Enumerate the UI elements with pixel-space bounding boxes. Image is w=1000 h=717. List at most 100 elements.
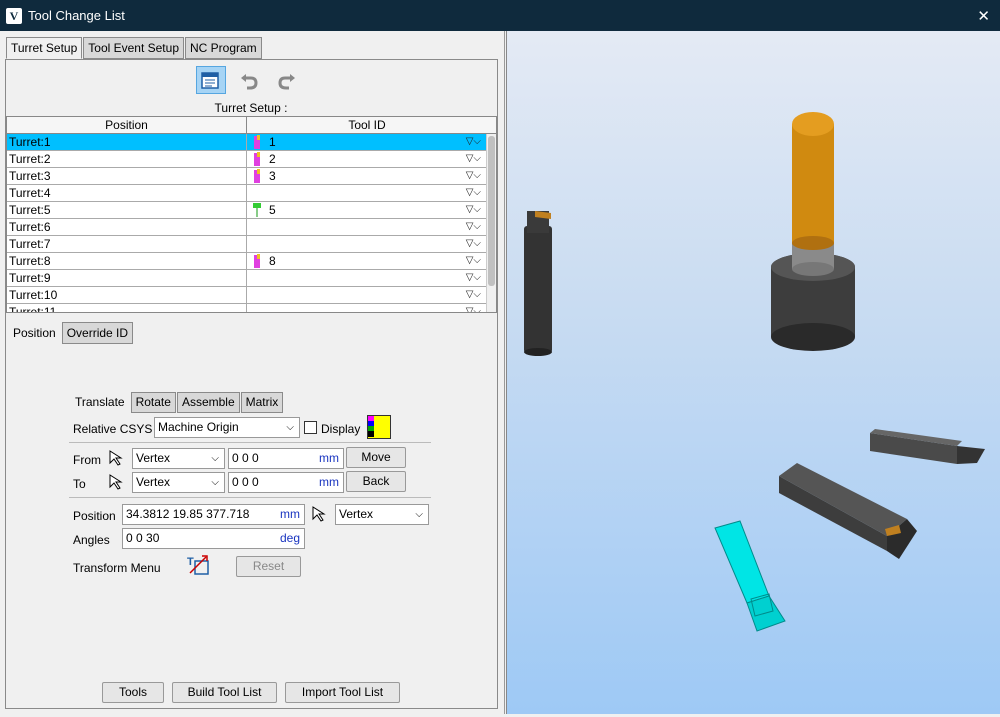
- position-snap-select[interactable]: Vertex ⌵: [335, 504, 429, 525]
- turning-tool-icon: [254, 254, 260, 268]
- transform-tabs: Translate Rotate Assemble Matrix: [70, 392, 284, 413]
- table-row[interactable]: Turret:11▽⌵: [7, 134, 496, 151]
- from-snap-select[interactable]: Vertex ⌵: [132, 448, 225, 469]
- unit-mm: mm: [319, 451, 339, 465]
- tool-id-cell[interactable]: ▽⌵: [247, 219, 487, 235]
- table-row[interactable]: Turret:3 3 ▽⌵: [7, 168, 496, 185]
- turret-position-cell: Turret:4: [7, 185, 247, 201]
- table-row[interactable]: Turret:2 2 ▽⌵: [7, 151, 496, 168]
- build-tool-list-button[interactable]: Build Tool List: [172, 682, 277, 703]
- position-field[interactable]: 34.3812 19.85 377.718 mm: [122, 504, 305, 525]
- table-scrollbar[interactable]: [486, 134, 496, 312]
- tool-id-cell[interactable]: ▽⌵: [247, 287, 487, 303]
- filter-dropdown-icon[interactable]: ▽⌵: [466, 202, 481, 218]
- tool-id-value: 1: [269, 135, 276, 149]
- tool-id-cell[interactable]: 3 ▽⌵: [247, 168, 487, 184]
- tab-override-id[interactable]: Override ID: [61, 322, 134, 344]
- pick-arrow-icon[interactable]: [108, 449, 126, 467]
- left-panel: Turret Setup Tool Event Setup NC Program: [0, 31, 505, 714]
- pick-arrow-icon[interactable]: [311, 505, 329, 523]
- move-button[interactable]: Move: [346, 447, 406, 468]
- filter-dropdown-icon[interactable]: ▽⌵: [466, 253, 481, 269]
- tool-id-cell[interactable]: 5 ▽⌵: [247, 202, 487, 218]
- filter-dropdown-icon[interactable]: ▽⌵: [466, 304, 481, 312]
- tool-id-cell[interactable]: ▽⌵: [247, 304, 487, 312]
- reset-button[interactable]: Reset: [236, 556, 301, 577]
- filter-dropdown-icon[interactable]: ▽⌵: [466, 287, 481, 303]
- scrollbar-thumb[interactable]: [488, 136, 495, 286]
- tab-assemble[interactable]: Assemble: [176, 392, 240, 413]
- undo-icon: [241, 74, 258, 90]
- table-row[interactable]: Turret:5 5 ▽⌵: [7, 202, 496, 219]
- undo-button[interactable]: [234, 66, 264, 94]
- table-row[interactable]: Turret:9 ▽⌵: [7, 270, 496, 287]
- tool-id-cell[interactable]: 8 ▽⌵: [247, 253, 487, 269]
- filter-dropdown-icon[interactable]: ▽⌵: [466, 219, 481, 235]
- transform-menu-icon[interactable]: T: [186, 553, 212, 577]
- relative-csys-label: Relative CSYS: [73, 422, 153, 436]
- boring-bar-model[interactable]: [524, 211, 552, 356]
- pick-arrow-icon[interactable]: [108, 473, 126, 491]
- table-row[interactable]: Turret:7 ▽⌵: [7, 236, 496, 253]
- to-snap-select[interactable]: Vertex ⌵: [132, 472, 225, 493]
- tool-id-cell[interactable]: 2 ▽⌵: [247, 151, 487, 167]
- turning-tool-model[interactable]: [870, 429, 985, 464]
- table-row[interactable]: Turret:11 ▽⌵: [7, 304, 496, 312]
- redo-icon: [278, 74, 295, 90]
- angles-field[interactable]: 0 0 30 deg: [122, 528, 305, 549]
- milling-tool-model[interactable]: [771, 112, 855, 351]
- main-tabs: Turret Setup Tool Event Setup NC Program: [6, 37, 263, 59]
- filter-dropdown-icon[interactable]: ▽⌵: [466, 185, 481, 201]
- to-value: 0 0 0: [232, 475, 259, 489]
- close-icon[interactable]: ✕: [977, 7, 990, 25]
- tab-rotate[interactable]: Rotate: [130, 392, 176, 413]
- tab-position[interactable]: Position: [8, 322, 61, 344]
- table-row[interactable]: Turret:6 ▽⌵: [7, 219, 496, 236]
- table-row[interactable]: Turret:8 8 ▽⌵: [7, 253, 496, 270]
- filter-dropdown-icon[interactable]: ▽⌵: [466, 134, 481, 150]
- display-checkbox[interactable]: [304, 421, 317, 434]
- 3d-viewport[interactable]: [506, 31, 1000, 714]
- tab-turret-setup[interactable]: Turret Setup: [6, 37, 83, 59]
- tools-button[interactable]: Tools: [102, 682, 164, 703]
- back-button[interactable]: Back: [346, 471, 406, 492]
- table-row[interactable]: Turret:4 ▽⌵: [7, 185, 496, 202]
- edit-list-button[interactable]: [196, 66, 226, 94]
- tab-matrix[interactable]: Matrix: [240, 392, 284, 413]
- to-coordinate-field[interactable]: 0 0 0 mm: [228, 472, 344, 493]
- tool-id-cell[interactable]: ▽⌵: [247, 270, 487, 286]
- turret-position-cell: Turret:5: [7, 202, 247, 218]
- filter-dropdown-icon[interactable]: ▽⌵: [466, 168, 481, 184]
- tab-translate[interactable]: Translate: [70, 392, 130, 413]
- relative-csys-select[interactable]: Machine Origin ⌵: [154, 417, 300, 438]
- chevron-down-icon: ⌵: [286, 422, 294, 433]
- window-title: Tool Change List: [28, 8, 125, 23]
- unit-mm: mm: [319, 475, 339, 489]
- turret-position-cell: Turret:11: [7, 304, 247, 312]
- turret-table: Position Tool ID Turret:1 1 ▽⌵ Turret:2 2 ▽⌵ T…: [6, 116, 497, 313]
- svg-text:T: T: [187, 556, 194, 568]
- turret-position-cell: Turret:6: [7, 219, 247, 235]
- filter-dropdown-icon[interactable]: ▽⌵: [466, 151, 481, 167]
- filter-dropdown-icon[interactable]: ▽⌵: [466, 236, 481, 252]
- tab-tool-event-setup[interactable]: Tool Event Setup: [83, 37, 184, 59]
- display-color-swatch[interactable]: [367, 415, 391, 439]
- square-shank-tool-model[interactable]: [779, 463, 917, 559]
- tool-assembly-view: [524, 112, 985, 632]
- from-coordinate-field[interactable]: 0 0 0 mm: [228, 448, 344, 469]
- tool-id-cell[interactable]: ▽⌵: [247, 185, 487, 201]
- tool-id-cell[interactable]: 1 ▽⌵: [247, 134, 487, 150]
- separator: [69, 442, 431, 443]
- tool-id-cell[interactable]: ▽⌵: [247, 236, 487, 252]
- table-row[interactable]: Turret:10 ▽⌵: [7, 287, 496, 304]
- list-edit-icon: [201, 72, 219, 89]
- redo-button[interactable]: [272, 66, 302, 94]
- filter-dropdown-icon[interactable]: ▽⌵: [466, 270, 481, 286]
- title-bar: V Tool Change List ✕: [0, 0, 1000, 31]
- import-tool-list-button[interactable]: Import Tool List: [285, 682, 400, 703]
- to-snap-value: Vertex: [136, 475, 171, 489]
- tab-nc-program[interactable]: NC Program: [185, 37, 262, 59]
- from-value: 0 0 0: [232, 451, 259, 465]
- angles-value: 0 0 30: [126, 531, 160, 545]
- selected-tool-highlight[interactable]: [714, 520, 786, 632]
